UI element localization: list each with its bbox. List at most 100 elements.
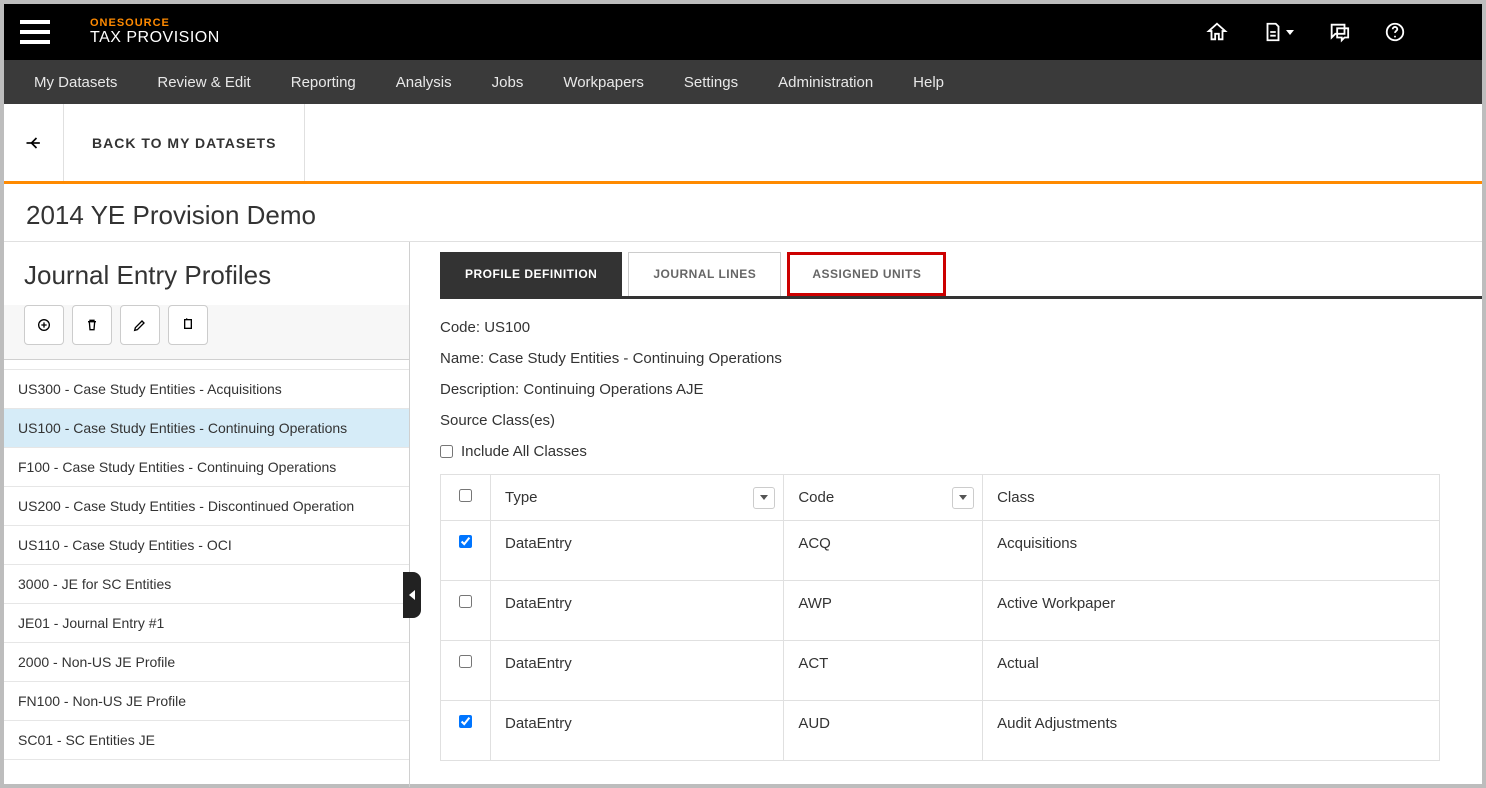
- cell-code: ACQ: [784, 521, 983, 581]
- include-all-row: Include All Classes: [440, 443, 1482, 460]
- left-panel-title: Journal Entry Profiles: [4, 242, 409, 305]
- cell-class: Acquisitions: [983, 521, 1440, 581]
- document-dropdown-icon[interactable]: [1262, 21, 1294, 43]
- include-all-checkbox[interactable]: [440, 445, 453, 458]
- row-checkbox[interactable]: [459, 535, 472, 548]
- classes-table: Type Code Class DataEntryACQAcquisitions…: [440, 474, 1440, 761]
- profile-list-item[interactable]: US100 - Case Study Entities - Continuing…: [4, 409, 409, 448]
- cell-class: Audit Adjustments: [983, 701, 1440, 761]
- col-class-label: Class: [997, 489, 1035, 506]
- menu-icon[interactable]: [20, 20, 50, 44]
- back-to-datasets-button[interactable]: BACK TO MY DATASETS: [64, 104, 305, 181]
- profile-list-item[interactable]: US300 - Case Study Entities - Acquisitio…: [4, 370, 409, 409]
- tabs: PROFILE DEFINITIONJOURNAL LINESASSIGNED …: [440, 252, 1482, 299]
- include-all-label: Include All Classes: [461, 443, 587, 460]
- dataset-title: 2014 YE Provision Demo: [4, 184, 1482, 241]
- tab-journal-lines[interactable]: JOURNAL LINES: [628, 252, 781, 296]
- edit-button[interactable]: [120, 305, 160, 345]
- col-class: Class: [983, 475, 1440, 521]
- profile-details: Code: US100 Name: Case Study Entities - …: [440, 299, 1482, 761]
- detail-code: Code: US100: [440, 319, 1482, 336]
- profile-list-item[interactable]: SC01 - SC Entities JE: [4, 721, 409, 760]
- chevron-down-icon: [1286, 30, 1294, 35]
- trash-icon: [84, 317, 100, 333]
- nav-help[interactable]: Help: [913, 74, 944, 91]
- desc-value: Continuing Operations AJE: [523, 381, 703, 398]
- col-code-label: Code: [798, 489, 834, 506]
- profile-list-item[interactable]: 2000 - Non-US JE Profile: [4, 643, 409, 682]
- table-row: DataEntryACQAcquisitions: [441, 521, 1440, 581]
- copy-icon: [180, 317, 196, 333]
- main-area: Journal Entry Profiles US300 - Case Stud…: [4, 241, 1482, 787]
- profile-list-item[interactable]: FN100 - Non-US JE Profile: [4, 682, 409, 721]
- plus-circle-icon: [36, 317, 52, 333]
- chat-icon[interactable]: [1328, 21, 1350, 43]
- tab-profile-definition[interactable]: PROFILE DEFINITION: [440, 252, 622, 296]
- cell-type: DataEntry: [491, 701, 784, 761]
- desc-label: Description:: [440, 381, 519, 398]
- nav-review-edit[interactable]: Review & Edit: [157, 74, 250, 91]
- nav-jobs[interactable]: Jobs: [492, 74, 524, 91]
- add-button[interactable]: [24, 305, 64, 345]
- row-checkbox[interactable]: [459, 595, 472, 608]
- nav-my-datasets[interactable]: My Datasets: [34, 74, 117, 91]
- cell-code: AUD: [784, 701, 983, 761]
- main-nav: My Datasets Review & Edit Reporting Anal…: [4, 60, 1482, 104]
- type-filter-dropdown[interactable]: [753, 487, 775, 509]
- collapse-panel-handle[interactable]: [403, 572, 421, 618]
- delete-button[interactable]: [72, 305, 112, 345]
- profile-list-item[interactable]: 3000 - JE for SC Entities: [4, 565, 409, 604]
- detail-name: Name: Case Study Entities - Continuing O…: [440, 350, 1482, 367]
- code-filter-dropdown[interactable]: [952, 487, 974, 509]
- profile-toolbar: [4, 305, 409, 360]
- detail-desc: Description: Continuing Operations AJE: [440, 381, 1482, 398]
- cell-code: AWP: [784, 581, 983, 641]
- select-all-checkbox[interactable]: [459, 489, 472, 502]
- profile-list: US300 - Case Study Entities - Acquisitio…: [4, 360, 409, 787]
- brand: ONESOURCE TAX PROVISION: [90, 17, 220, 47]
- cell-code: ACT: [784, 641, 983, 701]
- cell-class: Actual: [983, 641, 1440, 701]
- cell-class: Active Workpaper: [983, 581, 1440, 641]
- col-checkbox: [441, 475, 491, 521]
- profile-list-item[interactable]: US200 - Case Study Entities - Discontinu…: [4, 487, 409, 526]
- profile-list-item[interactable]: JE01 - Journal Entry #1: [4, 604, 409, 643]
- name-value: Case Study Entities - Continuing Operati…: [488, 350, 782, 367]
- classes-tbody: DataEntryACQAcquisitionsDataEntryAWPActi…: [441, 521, 1440, 761]
- code-label: Code:: [440, 319, 480, 336]
- code-value: US100: [484, 319, 530, 336]
- topbar-icons: [1206, 21, 1406, 43]
- tab-assigned-units[interactable]: ASSIGNED UNITS: [787, 252, 946, 296]
- list-spacer: [4, 360, 409, 370]
- pencil-icon: [132, 317, 148, 333]
- table-row: DataEntryAUDAudit Adjustments: [441, 701, 1440, 761]
- row-checkbox[interactable]: [459, 655, 472, 668]
- back-label: BACK TO MY DATASETS: [92, 135, 276, 151]
- left-panel: Journal Entry Profiles US300 - Case Stud…: [4, 242, 410, 787]
- cell-type: DataEntry: [491, 521, 784, 581]
- profile-list-item[interactable]: F100 - Case Study Entities - Continuing …: [4, 448, 409, 487]
- copy-button[interactable]: [168, 305, 208, 345]
- profile-list-item[interactable]: US110 - Case Study Entities - OCI: [4, 526, 409, 565]
- name-label: Name:: [440, 350, 484, 367]
- row-checkbox[interactable]: [459, 715, 472, 728]
- source-classes-label: Source Class(es): [440, 412, 1482, 429]
- nav-reporting[interactable]: Reporting: [291, 74, 356, 91]
- nav-analysis[interactable]: Analysis: [396, 74, 452, 91]
- help-icon[interactable]: [1384, 21, 1406, 43]
- col-code: Code: [784, 475, 983, 521]
- cell-type: DataEntry: [491, 581, 784, 641]
- brand-top: ONESOURCE: [90, 17, 220, 29]
- nav-workpapers[interactable]: Workpapers: [563, 74, 644, 91]
- back-bar: BACK TO MY DATASETS: [4, 104, 1482, 184]
- col-type: Type: [491, 475, 784, 521]
- right-panel: PROFILE DEFINITIONJOURNAL LINESASSIGNED …: [410, 242, 1482, 787]
- top-bar: ONESOURCE TAX PROVISION: [4, 4, 1482, 60]
- table-row: DataEntryACTActual: [441, 641, 1440, 701]
- nav-administration[interactable]: Administration: [778, 74, 873, 91]
- col-type-label: Type: [505, 489, 538, 506]
- home-icon[interactable]: [1206, 21, 1228, 43]
- back-arrow-icon[interactable]: [4, 104, 64, 181]
- cell-type: DataEntry: [491, 641, 784, 701]
- nav-settings[interactable]: Settings: [684, 74, 738, 91]
